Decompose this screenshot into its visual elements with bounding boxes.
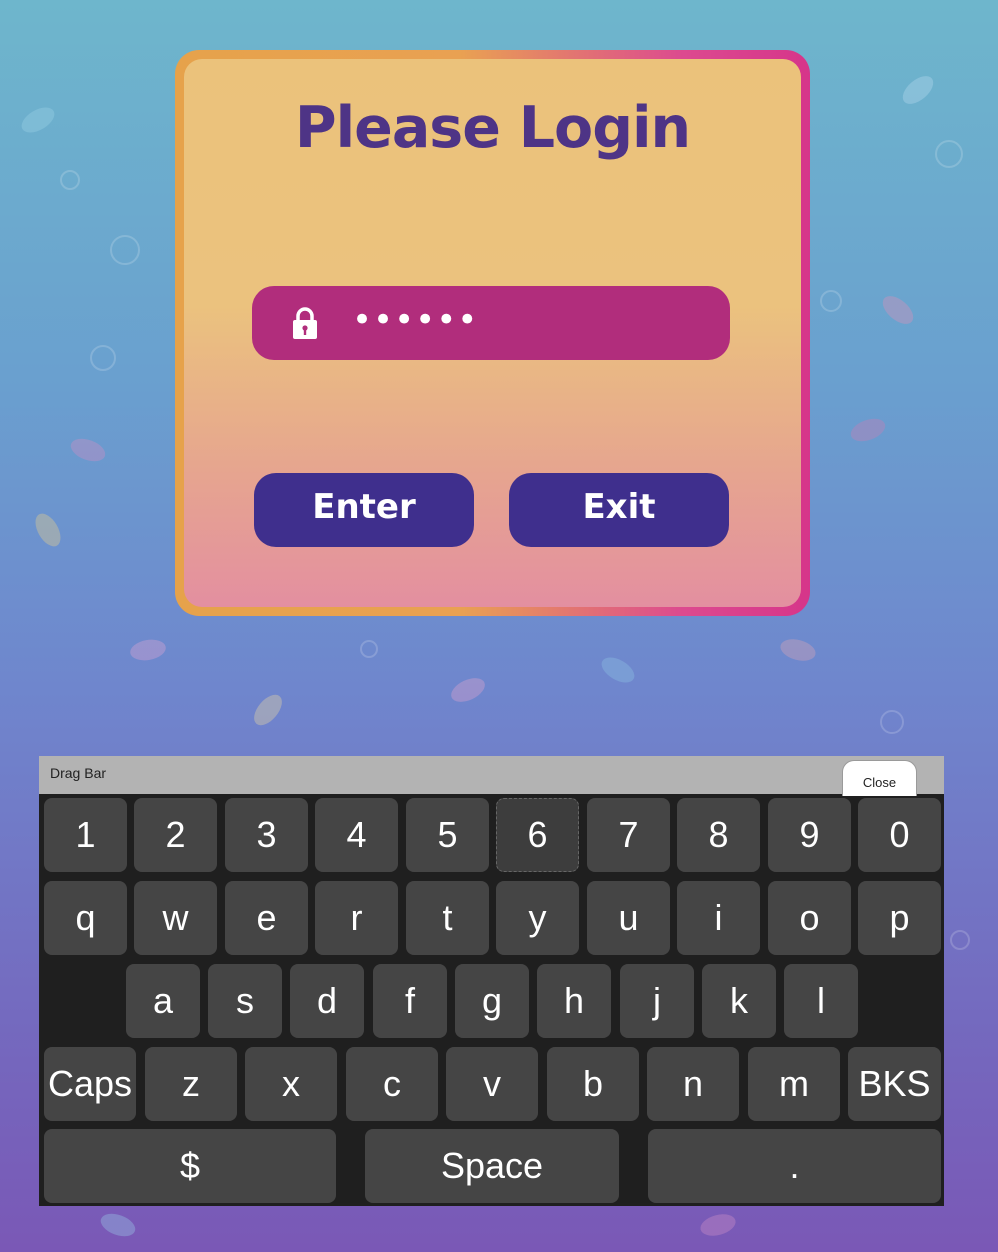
key-5[interactable]: 5 xyxy=(406,798,489,872)
key-y[interactable]: y xyxy=(496,881,579,955)
drag-bar-label: Drag Bar xyxy=(50,765,107,781)
key-h[interactable]: h xyxy=(537,964,611,1038)
enter-button[interactable]: Enter xyxy=(254,473,474,547)
key-u[interactable]: u xyxy=(587,881,670,955)
key-space[interactable]: Space xyxy=(365,1129,619,1203)
key-g[interactable]: g xyxy=(455,964,529,1038)
key-4[interactable]: 4 xyxy=(315,798,398,872)
key-q[interactable]: q xyxy=(44,881,127,955)
key-r[interactable]: r xyxy=(315,881,398,955)
key-3[interactable]: 3 xyxy=(225,798,308,872)
key-backspace[interactable]: BKS xyxy=(848,1047,941,1121)
password-masked-value: •••••• xyxy=(352,300,479,340)
keyboard-close-button[interactable]: Close xyxy=(842,760,917,796)
key-j[interactable]: j xyxy=(620,964,694,1038)
key-2[interactable]: 2 xyxy=(134,798,217,872)
key-m[interactable]: m xyxy=(748,1047,840,1121)
key-v[interactable]: v xyxy=(446,1047,538,1121)
key-l[interactable]: l xyxy=(784,964,858,1038)
key-1[interactable]: 1 xyxy=(44,798,127,872)
key-6[interactable]: 6 xyxy=(496,798,579,872)
key-b[interactable]: b xyxy=(547,1047,639,1121)
page-title: Please Login xyxy=(294,95,691,161)
key-caps[interactable]: Caps xyxy=(44,1047,136,1121)
key-a[interactable]: a xyxy=(126,964,200,1038)
key-d[interactable]: d xyxy=(290,964,364,1038)
key-dollar[interactable]: $ xyxy=(44,1129,336,1203)
key-z[interactable]: z xyxy=(145,1047,237,1121)
key-s[interactable]: s xyxy=(208,964,282,1038)
login-panel: Please Login •••••• Enter Exit xyxy=(184,59,801,607)
key-0[interactable]: 0 xyxy=(858,798,941,872)
key-f[interactable]: f xyxy=(373,964,447,1038)
key-e[interactable]: e xyxy=(225,881,308,955)
password-input[interactable]: •••••• xyxy=(252,286,730,360)
key-c[interactable]: c xyxy=(346,1047,438,1121)
key-8[interactable]: 8 xyxy=(677,798,760,872)
key-n[interactable]: n xyxy=(647,1047,739,1121)
exit-button[interactable]: Exit xyxy=(509,473,729,547)
key-w[interactable]: w xyxy=(134,881,217,955)
key-7[interactable]: 7 xyxy=(587,798,670,872)
key-i[interactable]: i xyxy=(677,881,760,955)
key-x[interactable]: x xyxy=(245,1047,337,1121)
keyboard-drag-bar[interactable]: Drag Bar xyxy=(39,756,944,794)
key-p[interactable]: p xyxy=(858,881,941,955)
key-period[interactable]: . xyxy=(648,1129,941,1203)
key-o[interactable]: o xyxy=(768,881,851,955)
key-t[interactable]: t xyxy=(406,881,489,955)
key-k[interactable]: k xyxy=(702,964,776,1038)
login-card: Please Login •••••• Enter Exit xyxy=(175,50,810,616)
lock-icon xyxy=(293,307,317,339)
key-9[interactable]: 9 xyxy=(768,798,851,872)
virtual-keyboard: Drag Bar Close 1 2 3 4 5 6 7 8 9 0 q w e… xyxy=(39,756,944,1206)
